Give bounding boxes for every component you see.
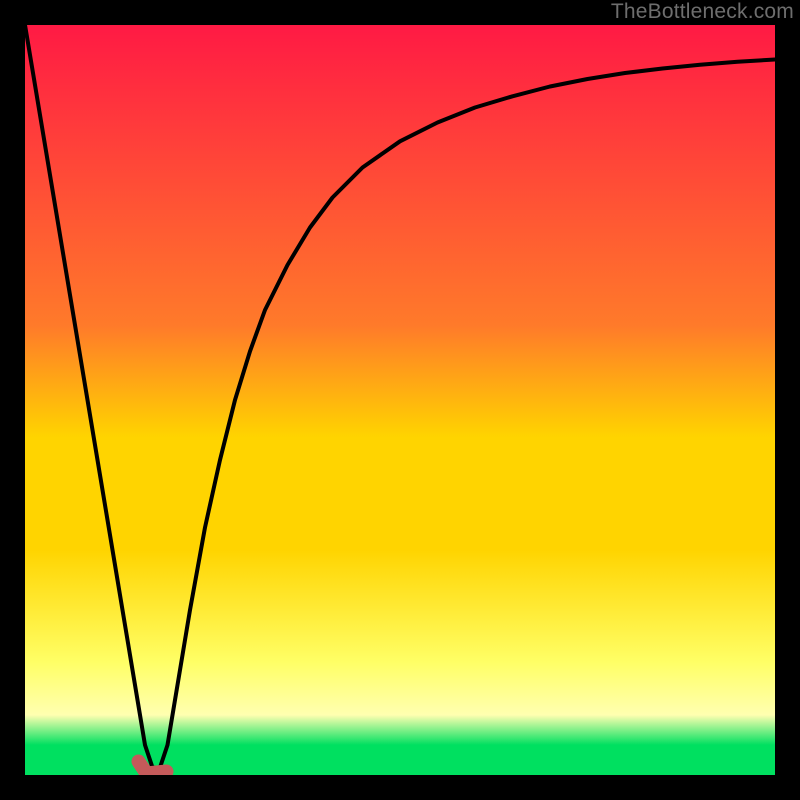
chart-container: TheBottleneck.com [0,0,800,800]
watermark-text: TheBottleneck.com [611,0,794,24]
chart-background [25,25,775,775]
bottleneck-chart [25,25,775,775]
